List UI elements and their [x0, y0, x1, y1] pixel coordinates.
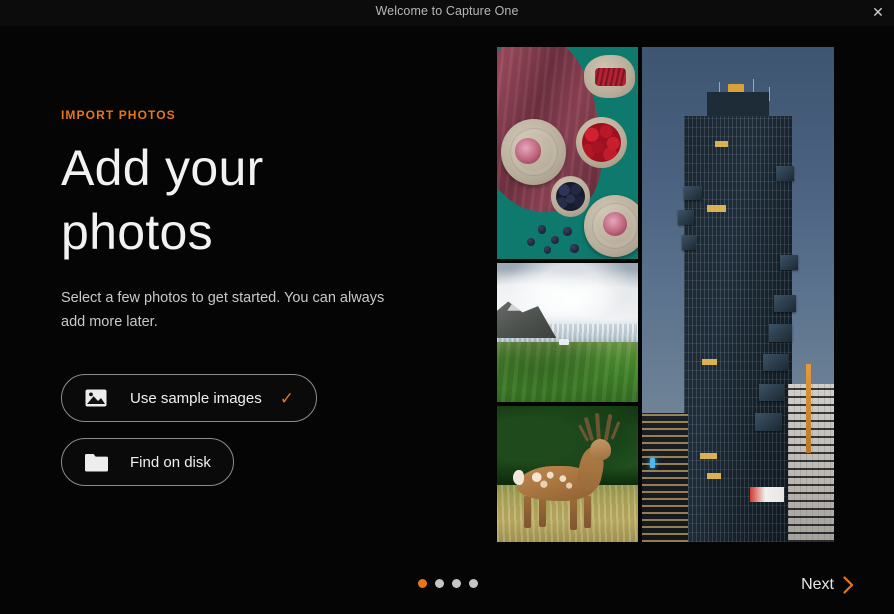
signage-shape: [750, 487, 785, 503]
tail-shape: [513, 470, 524, 485]
leg-shape: [570, 496, 577, 530]
check-icon: ✓: [280, 390, 294, 407]
find-on-disk-label: Find on disk: [130, 454, 211, 471]
window-title: Welcome to Capture One: [375, 4, 518, 18]
pixel-block-shape: [755, 413, 782, 430]
page-description: Select a few photos to get started. You …: [61, 286, 406, 334]
use-sample-images-button[interactable]: Use sample images ✓: [61, 374, 317, 422]
gallery-column-left: [497, 47, 638, 542]
head-shape: [590, 439, 611, 461]
use-sample-images-label: Use sample images: [130, 390, 262, 407]
pixel-block-shape: [769, 324, 792, 341]
folder-icon: [82, 450, 110, 474]
berry-shape: [544, 246, 551, 253]
berry-shape: [551, 236, 559, 244]
cup-shape: [515, 138, 540, 163]
lit-window-shape: [702, 359, 717, 365]
lit-window-shape: [707, 473, 720, 479]
gallery-tile-glacier-landscape: [497, 263, 638, 402]
lit-window-shape: [700, 453, 717, 459]
field-shape: [497, 342, 638, 402]
section-eyebrow: IMPORT PHOTOS: [61, 108, 461, 122]
pixel-block-shape: [759, 384, 784, 401]
title-bar: Welcome to Capture One: [0, 0, 894, 26]
berry-shape: [563, 227, 571, 235]
raspberry-bowl-shape: [576, 117, 627, 168]
leg-shape: [524, 496, 531, 529]
chevron-right-icon: [843, 576, 854, 594]
blueberry-bowl-shape: [551, 176, 590, 216]
berry-shape: [527, 238, 535, 246]
cup-shape: [603, 212, 627, 235]
pixel-block-shape: [678, 210, 693, 225]
gallery-tile-food-flatlay: [497, 47, 638, 259]
gallery-column-right: [642, 47, 834, 542]
blue-light-shape: [650, 458, 656, 468]
import-options: Use sample images ✓ Find on disk: [61, 374, 461, 486]
pixel-block-shape: [776, 166, 793, 181]
pixel-block-shape: [684, 186, 701, 201]
gallery-tile-deer-field: [497, 406, 638, 542]
next-button-label: Next: [801, 576, 834, 594]
lit-window-shape: [715, 141, 728, 147]
macaron-dish-shape: [584, 55, 635, 97]
adjacent-building-left-shape: [642, 413, 688, 542]
pagination-dot-3[interactable]: [452, 579, 461, 588]
pixel-block-shape: [763, 354, 788, 371]
pixel-block-shape: [780, 255, 797, 270]
page-title: Add your photos: [61, 136, 331, 264]
pagination-dot-2[interactable]: [435, 579, 444, 588]
berry-shape: [570, 244, 578, 252]
lit-window-shape: [707, 205, 726, 212]
pagination-dot-4[interactable]: [469, 579, 478, 588]
pagination-dot-1[interactable]: [418, 579, 427, 588]
find-on-disk-button[interactable]: Find on disk: [61, 438, 234, 486]
hut-shape: [559, 339, 569, 345]
spire-shape: [806, 364, 811, 453]
pagination-dots: [418, 579, 478, 588]
sample-image-gallery: [497, 47, 834, 542]
intro-panel: IMPORT PHOTOS Add your photos Select a f…: [61, 108, 461, 486]
pixel-block-shape: [774, 295, 795, 312]
page-title-line-2: photos: [61, 204, 213, 260]
pixel-block-shape: [682, 235, 695, 250]
image-icon: [82, 386, 110, 410]
close-icon[interactable]: ✕: [862, 0, 894, 24]
berry-shape: [538, 225, 546, 233]
antenna-shape: [769, 87, 770, 102]
gallery-tile-skyscraper-dusk: [642, 47, 834, 542]
leg-shape: [584, 496, 590, 529]
next-button[interactable]: Next: [797, 572, 858, 598]
page-title-line-1: Add your: [61, 140, 264, 196]
leg-shape: [539, 496, 545, 527]
